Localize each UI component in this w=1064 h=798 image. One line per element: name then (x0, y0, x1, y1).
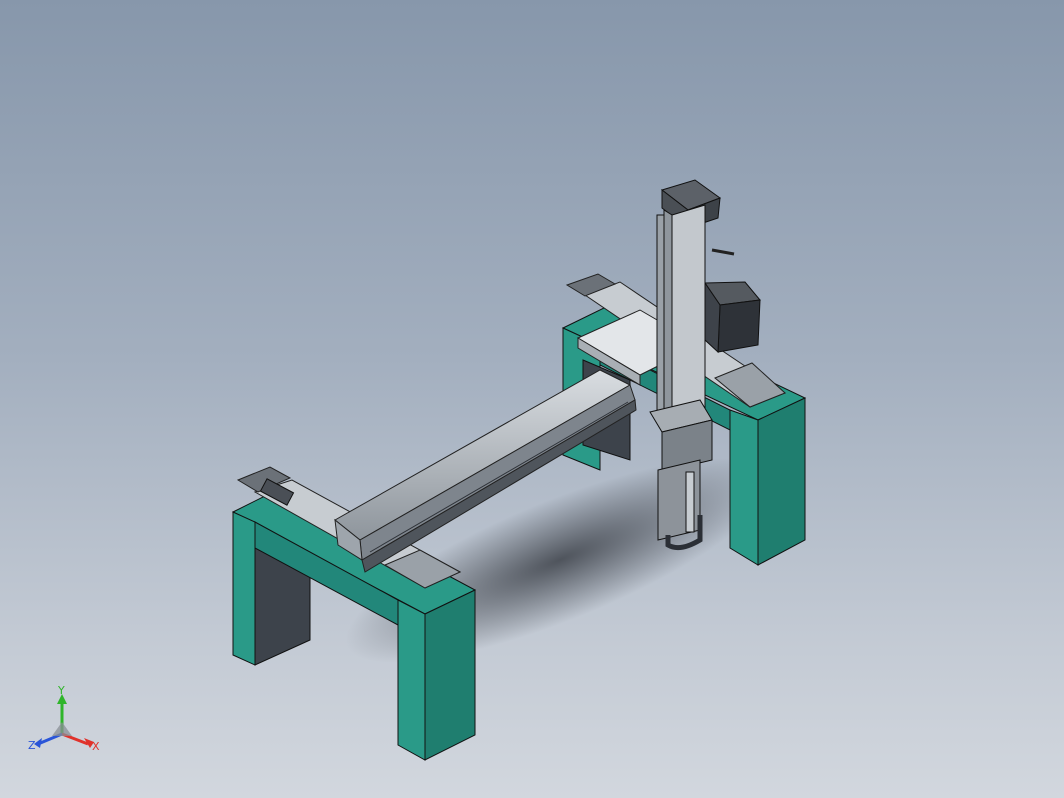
triad-y-label: Y (58, 684, 65, 697)
cad-graphics-area[interactable]: Y X Z (0, 0, 1064, 798)
gantry-robot-model[interactable] (0, 0, 1064, 798)
triad-x-label: X (92, 740, 100, 753)
coordinate-triad[interactable]: Y X Z (22, 682, 112, 762)
servo-motor[interactable] (704, 281, 761, 354)
triad-z-label: Z (28, 739, 36, 752)
